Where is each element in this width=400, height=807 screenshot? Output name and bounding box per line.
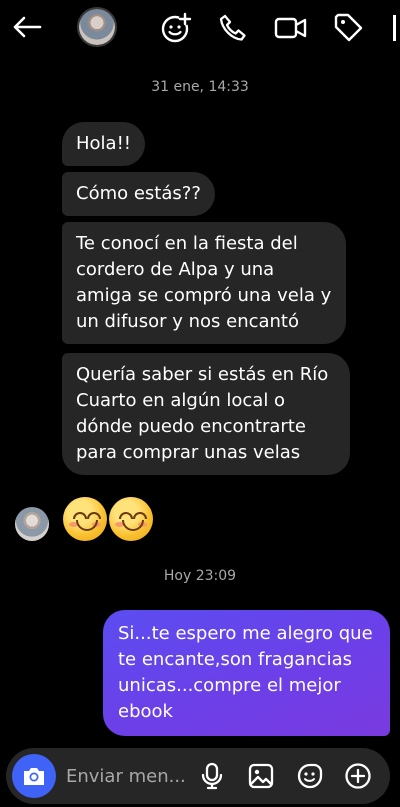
phone-icon[interactable] <box>216 11 250 45</box>
message-input[interactable] <box>66 763 194 789</box>
timestamp-2: Hoy 23:09 <box>163 568 237 584</box>
sticker-icon[interactable] <box>296 762 324 790</box>
message-composer <box>6 748 390 804</box>
more-icon[interactable] <box>392 14 400 42</box>
incoming-message-2[interactable]: Cómo estás?? <box>62 172 215 216</box>
camera-icon <box>24 768 44 785</box>
contact-avatar[interactable] <box>77 7 117 47</box>
chat-header <box>0 0 400 56</box>
plus-icon[interactable] <box>344 762 372 790</box>
incoming-message-1[interactable]: Hola!! <box>62 122 146 166</box>
outgoing-message-1[interactable]: Si...te espero me alegro que te encante,… <box>103 610 390 736</box>
smiling-face-emoji-icon <box>63 497 107 541</box>
timestamp-1: 31 ene, 14:33 <box>151 79 249 95</box>
tag-icon[interactable] <box>331 10 365 44</box>
contact-small-avatar[interactable] <box>15 507 49 541</box>
camera-button[interactable] <box>12 754 56 798</box>
add-emoji-icon[interactable] <box>158 10 194 46</box>
incoming-message-3[interactable]: Te conocí en la fiesta del cordero de Al… <box>62 222 346 344</box>
microphone-icon[interactable] <box>198 762 226 790</box>
smiling-face-emoji-icon <box>109 497 153 541</box>
gallery-icon[interactable] <box>247 762 275 790</box>
emoji-message[interactable] <box>63 497 153 541</box>
incoming-message-4[interactable]: Quería saber si estás en Río Cuarto en a… <box>62 353 350 475</box>
back-arrow-icon[interactable] <box>10 12 44 42</box>
video-call-icon[interactable] <box>272 13 310 43</box>
